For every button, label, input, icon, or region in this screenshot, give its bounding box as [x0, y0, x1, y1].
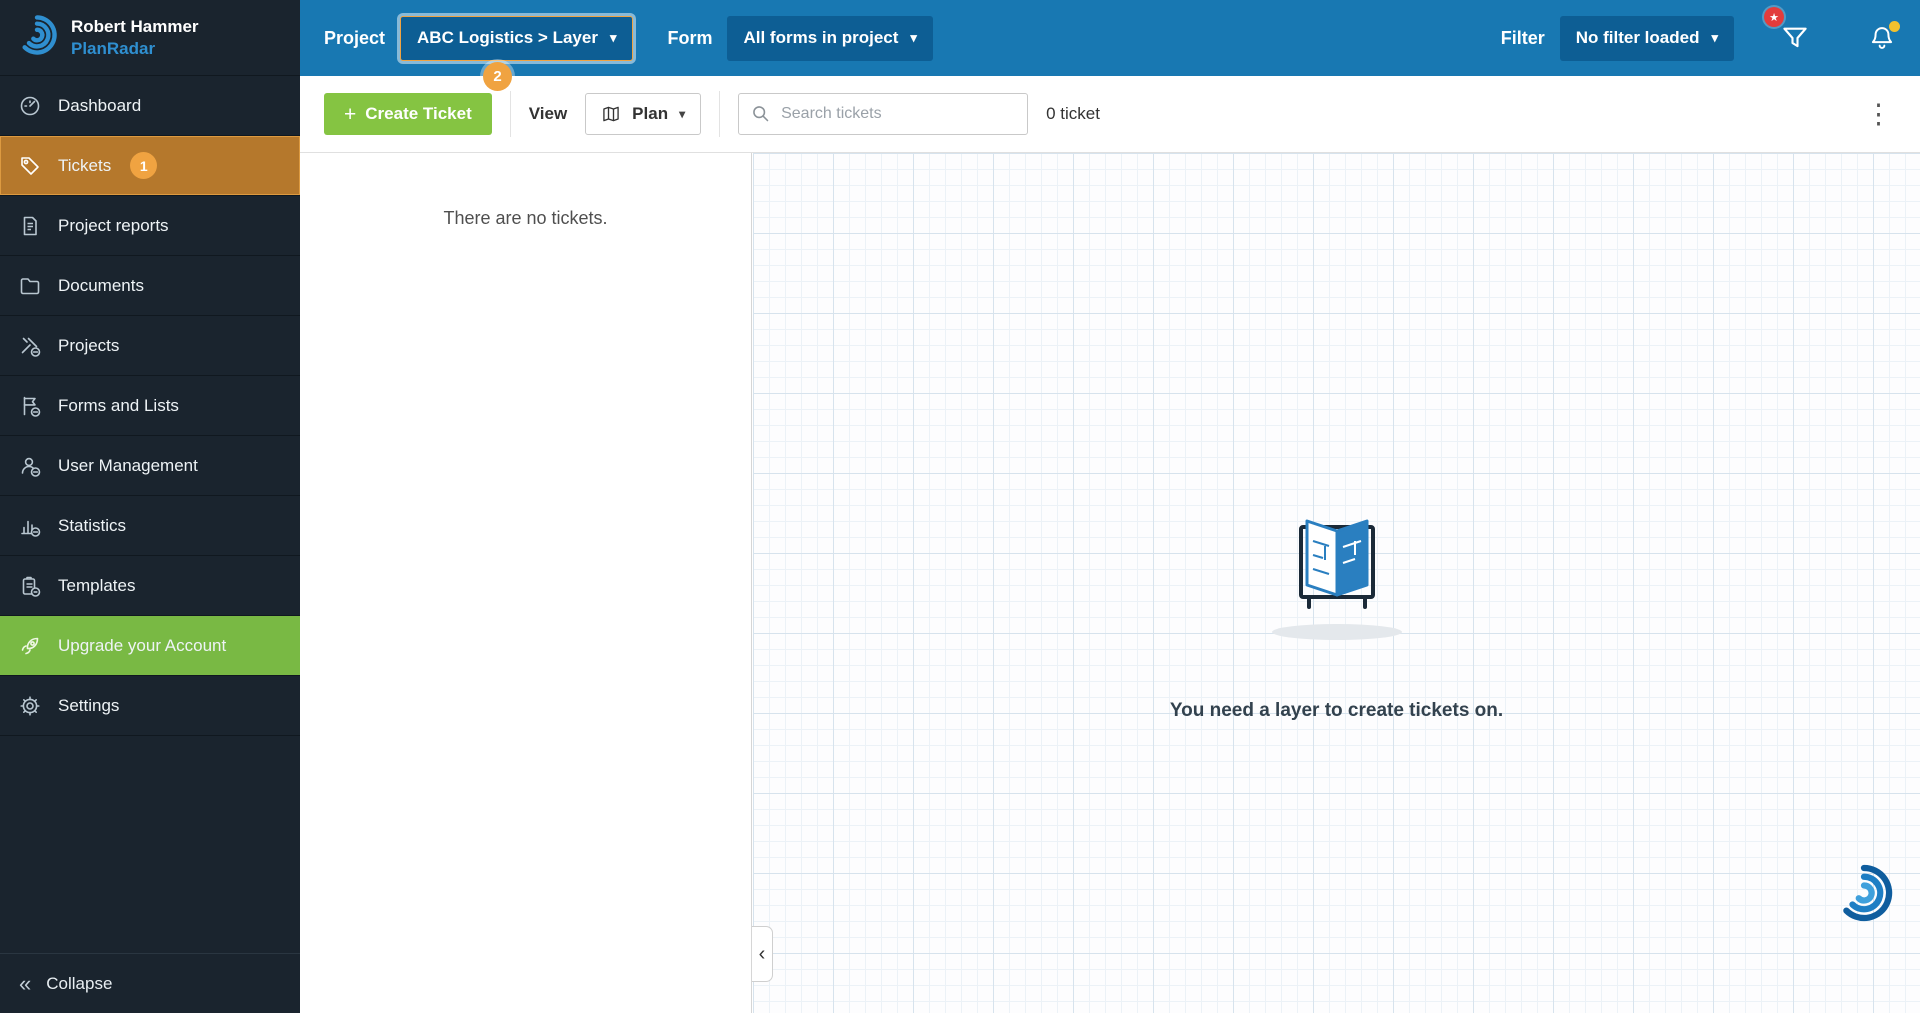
user-menu[interactable]: Robert Hammer PlanRadar: [0, 0, 300, 76]
dashboard-icon: [17, 93, 43, 119]
ticket-list-panel: There are no tickets.: [300, 153, 752, 1013]
sidebar-item-label: Upgrade your Account: [58, 636, 226, 656]
sidebar-item-user-management[interactable]: User Management: [0, 436, 300, 496]
folder-icon: [17, 273, 43, 299]
collapse-label: Collapse: [46, 974, 112, 994]
sidebar-item-statistics[interactable]: Statistics: [0, 496, 300, 556]
tickets-count-badge: 1: [130, 152, 157, 179]
chevron-down-icon: ▾: [1711, 30, 1718, 46]
kebab-menu-icon[interactable]: ⋮: [1861, 101, 1896, 128]
sidebar-item-documents[interactable]: Documents: [0, 256, 300, 316]
brand-name: PlanRadar: [71, 38, 199, 59]
step-2-badge: 2: [483, 62, 512, 91]
plus-icon: +: [344, 104, 356, 125]
sidebar: Robert Hammer PlanRadar Dashboard Ticket…: [0, 0, 300, 1013]
sidebar-item-label: Settings: [58, 696, 119, 716]
user-name: Robert Hammer: [71, 16, 199, 37]
chevron-left-icon: ‹: [759, 943, 766, 966]
form-selector-value: All forms in project: [743, 28, 898, 48]
project-label: Project: [324, 28, 385, 49]
chevron-down-icon: ▾: [679, 107, 685, 121]
project-selector-value: ABC Logistics > Layer: [417, 28, 598, 48]
sidebar-item-tickets[interactable]: Tickets 1: [0, 136, 300, 196]
funnel-icon: [1780, 23, 1810, 53]
plan-empty-state: You need a layer to create tickets on.: [753, 505, 1920, 722]
sidebar-item-project-reports[interactable]: Project reports: [0, 196, 300, 256]
sidebar-item-label: Templates: [58, 576, 135, 596]
create-ticket-label: Create Ticket: [365, 104, 471, 124]
project-selector-dropdown[interactable]: ABC Logistics > Layer ▾: [400, 16, 633, 61]
list-panel-toggle[interactable]: ‹: [752, 926, 773, 982]
planradar-watermark-logo-icon: [1834, 863, 1894, 923]
chevron-down-icon: ▾: [610, 30, 617, 46]
tickets-icon: [17, 153, 43, 179]
sidebar-item-templates[interactable]: Templates: [0, 556, 300, 616]
sidebar-item-upgrade-account[interactable]: Upgrade your Account: [0, 616, 300, 676]
user-icon: [17, 453, 43, 479]
sidebar-item-settings[interactable]: Settings: [0, 676, 300, 736]
view-mode-value: Plan: [632, 104, 668, 124]
create-ticket-button[interactable]: + Create Ticket: [324, 93, 492, 135]
sidebar-item-label: Documents: [58, 276, 144, 296]
tools-icon: [17, 333, 43, 359]
report-icon: [17, 213, 43, 239]
notifications-button[interactable]: [1868, 24, 1896, 52]
sidebar-item-label: User Management: [58, 456, 198, 476]
filter-funnel-button[interactable]: ★: [1780, 23, 1810, 53]
filter-selector-dropdown[interactable]: No filter loaded ▾: [1560, 16, 1734, 61]
rocket-icon: [17, 633, 43, 659]
view-mode-dropdown[interactable]: Plan ▾: [585, 93, 701, 135]
tickets-toolbar: + Create Ticket View Plan ▾ 0 ticket ⋮: [300, 76, 1920, 153]
filter-label: Filter: [1501, 28, 1545, 49]
sidebar-item-label: Tickets: [58, 156, 111, 176]
sidebar-item-label: Projects: [58, 336, 119, 356]
sidebar-item-label: Statistics: [58, 516, 126, 536]
plan-map-icon: [601, 104, 621, 124]
divider: [719, 91, 720, 137]
search-tickets-input[interactable]: [738, 93, 1028, 135]
sidebar-item-label: Dashboard: [58, 96, 141, 116]
view-label: View: [529, 104, 567, 124]
top-header: Project ABC Logistics > Layer ▾ 2 Form A…: [300, 0, 1920, 76]
layer-hint-message: You need a layer to create tickets on.: [753, 700, 1920, 722]
sidebar-collapse-button[interactable]: « Collapse: [0, 953, 300, 1013]
forms-icon: [17, 393, 43, 419]
divider: [510, 91, 511, 137]
search-icon: [750, 103, 771, 124]
chevron-down-icon: ▾: [910, 30, 917, 46]
sidebar-item-forms-and-lists[interactable]: Forms and Lists: [0, 376, 300, 436]
blueprint-illustration-icon: [1275, 505, 1399, 613]
plan-canvas[interactable]: You need a layer to create tickets on.: [753, 153, 1920, 1013]
form-selector-dropdown[interactable]: All forms in project ▾: [727, 16, 932, 61]
sidebar-item-label: Project reports: [58, 216, 169, 236]
form-label: Form: [667, 28, 712, 49]
star-badge-icon: ★: [1764, 7, 1784, 27]
statistics-icon: [17, 513, 43, 539]
planradar-logo-icon: [16, 14, 58, 61]
collapse-chevrons-icon: «: [19, 973, 31, 995]
sidebar-item-projects[interactable]: Projects: [0, 316, 300, 376]
templates-icon: [17, 573, 43, 599]
gear-icon: [17, 693, 43, 719]
sidebar-item-label: Forms and Lists: [58, 396, 179, 416]
empty-tickets-message: There are no tickets.: [300, 208, 751, 229]
sidebar-spacer: [0, 736, 300, 953]
sidebar-menu: Dashboard Tickets 1 Project reports Docu…: [0, 76, 300, 736]
filter-selector-value: No filter loaded: [1576, 28, 1700, 48]
illustration-shadow: [1272, 624, 1402, 640]
notification-dot: [1889, 21, 1900, 32]
ticket-count: 0 ticket: [1046, 104, 1100, 124]
sidebar-item-dashboard[interactable]: Dashboard: [0, 76, 300, 136]
